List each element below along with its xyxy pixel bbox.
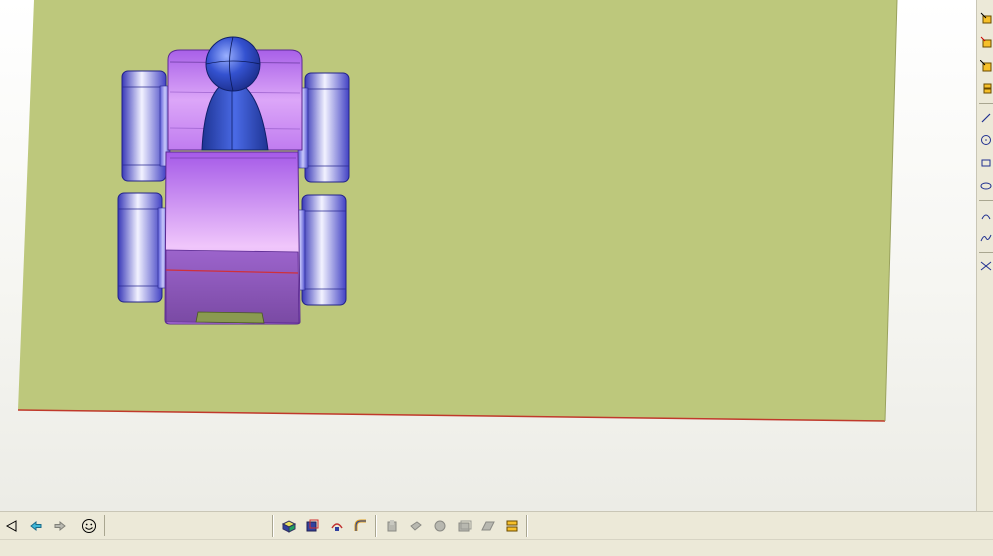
feature-tool-3-icon <box>430 516 450 536</box>
3d-viewport[interactable] <box>0 0 976 511</box>
wheel-top-left <box>121 70 171 182</box>
feature-tool-5-icon <box>478 516 498 536</box>
car-body-front <box>164 151 301 325</box>
line-tool-icon[interactable] <box>979 110 993 126</box>
rectangle-tool-icon[interactable] <box>979 155 993 171</box>
previous-icon[interactable] <box>26 516 46 536</box>
back-icon[interactable] <box>2 516 22 536</box>
wheel-top-right <box>297 72 350 183</box>
toy-car-model <box>117 36 350 325</box>
bottom-toolbar <box>0 511 993 540</box>
feature-tool-2-icon <box>406 516 426 536</box>
multi-component-icon[interactable] <box>979 80 993 96</box>
rotate-view-icon[interactable] <box>327 516 347 536</box>
assembly-constraint-icon[interactable] <box>979 10 993 26</box>
snap-component-icon[interactable] <box>979 58 993 74</box>
shaded-view-icon[interactable] <box>279 516 299 536</box>
3d-scene[interactable] <box>0 0 976 511</box>
trim-tool-icon[interactable] <box>979 258 993 274</box>
wheel-bottom-left <box>117 192 169 303</box>
sweep-tool-icon[interactable] <box>351 516 371 536</box>
feature-tool-4-icon <box>454 516 474 536</box>
ellipse-tool-icon[interactable] <box>979 178 993 194</box>
right-toolbar <box>976 0 993 511</box>
arc-tool-icon[interactable] <box>979 208 993 224</box>
fix-component-icon[interactable] <box>979 34 993 50</box>
circle-tool-icon[interactable] <box>979 132 993 148</box>
wheel-bottom-right <box>294 194 347 306</box>
command-field[interactable] <box>104 515 271 536</box>
next-icon[interactable] <box>50 516 70 536</box>
smiley-icon[interactable] <box>79 516 99 536</box>
spline-tool-icon[interactable] <box>979 230 993 246</box>
feature-tool-1-icon <box>382 516 402 536</box>
status-bar <box>0 539 993 556</box>
front-bumper <box>195 311 265 324</box>
feature-tool-6-icon[interactable] <box>502 516 522 536</box>
hidden-line-view-icon[interactable] <box>302 516 322 536</box>
